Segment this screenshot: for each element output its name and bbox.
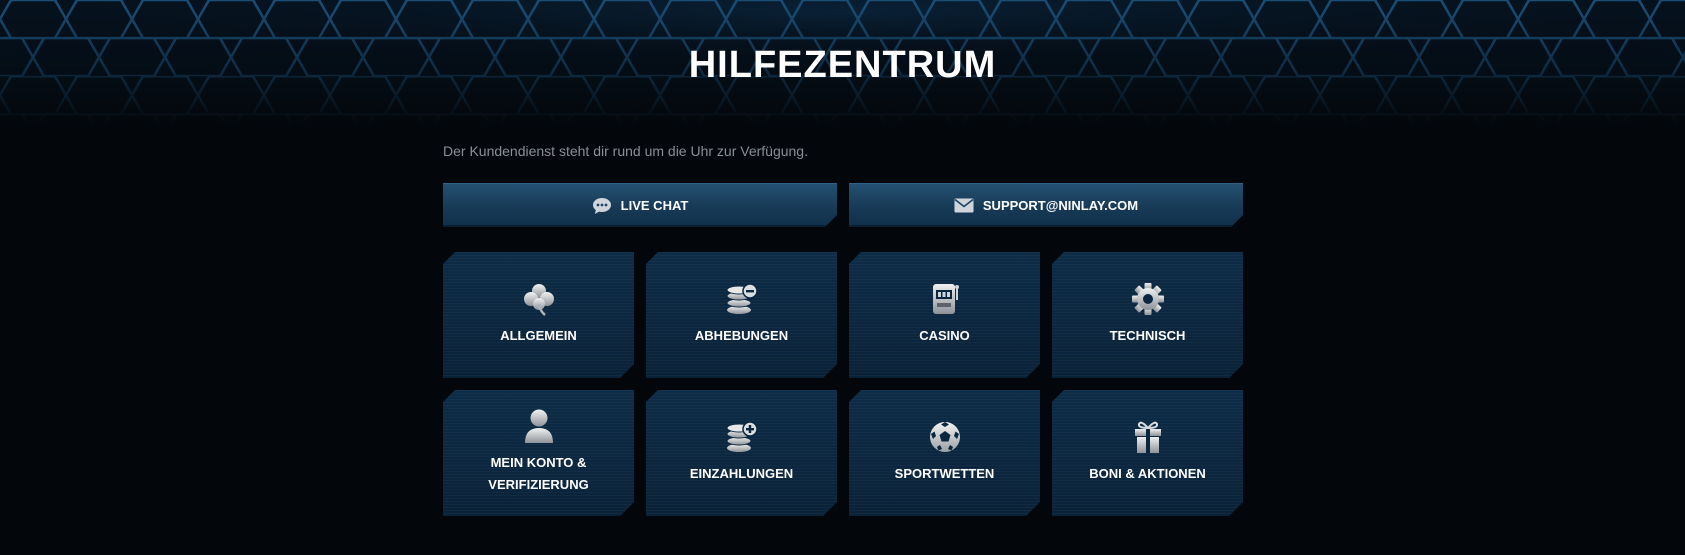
help-center-page: HILFEZENTRUM Der Kundendienst steht dir … xyxy=(0,0,1685,555)
tile-label: TECHNISCH xyxy=(1109,328,1186,343)
user-icon xyxy=(443,408,634,444)
category-tile-einzahlungen[interactable]: EINZAHLUNGEN xyxy=(646,390,837,516)
category-tile-allgemein[interactable]: ALLGEMEIN xyxy=(443,252,634,378)
tile-label: EINZAHLUNGEN xyxy=(689,466,794,481)
envelope-icon xyxy=(954,198,974,213)
page-title: HILFEZENTRUM xyxy=(688,44,997,86)
slot-machine-icon xyxy=(849,282,1040,316)
coins-minus-icon xyxy=(646,282,837,316)
email-support-button[interactable]: SUPPORT@NINLAY.COM xyxy=(849,183,1243,227)
category-tile-abhebungen[interactable]: ABHEBUNGEN xyxy=(646,252,837,378)
category-tile-sportwetten[interactable]: SPORTWETTEN xyxy=(849,390,1040,516)
gear-icon xyxy=(1052,282,1243,316)
category-tile-boni-aktionen[interactable]: BONI & AKTIONEN xyxy=(1052,390,1243,516)
live-chat-label: LIVE CHAT xyxy=(620,198,689,213)
tile-label-line-1: MEIN KONTO & xyxy=(490,455,587,470)
clover-icon xyxy=(443,282,634,316)
tile-label: CASINO xyxy=(919,328,970,343)
tile-label: ABHEBUNGEN xyxy=(694,328,789,343)
intro-text: Der Kundendienst steht dir rund um die U… xyxy=(443,143,808,159)
gift-icon xyxy=(1052,420,1243,454)
email-label: SUPPORT@NINLAY.COM xyxy=(982,198,1139,213)
chat-bubble-icon xyxy=(592,197,612,215)
tile-label: SPORTWETTEN xyxy=(894,466,995,481)
category-tile-mein-konto[interactable]: MEIN KONTO & VERIFIZIERUNG xyxy=(443,390,634,516)
tile-label: ALLGEMEIN xyxy=(500,328,577,343)
category-tile-casino[interactable]: CASINO xyxy=(849,252,1040,378)
live-chat-button[interactable]: LIVE CHAT xyxy=(443,183,837,227)
coins-plus-icon xyxy=(646,420,837,454)
tile-label: BONI & AKTIONEN xyxy=(1089,466,1206,481)
soccer-ball-icon xyxy=(849,420,1040,454)
tile-label-line-2: VERIFIZIERUNG xyxy=(488,477,589,492)
category-tile-technisch[interactable]: TECHNISCH xyxy=(1052,252,1243,378)
